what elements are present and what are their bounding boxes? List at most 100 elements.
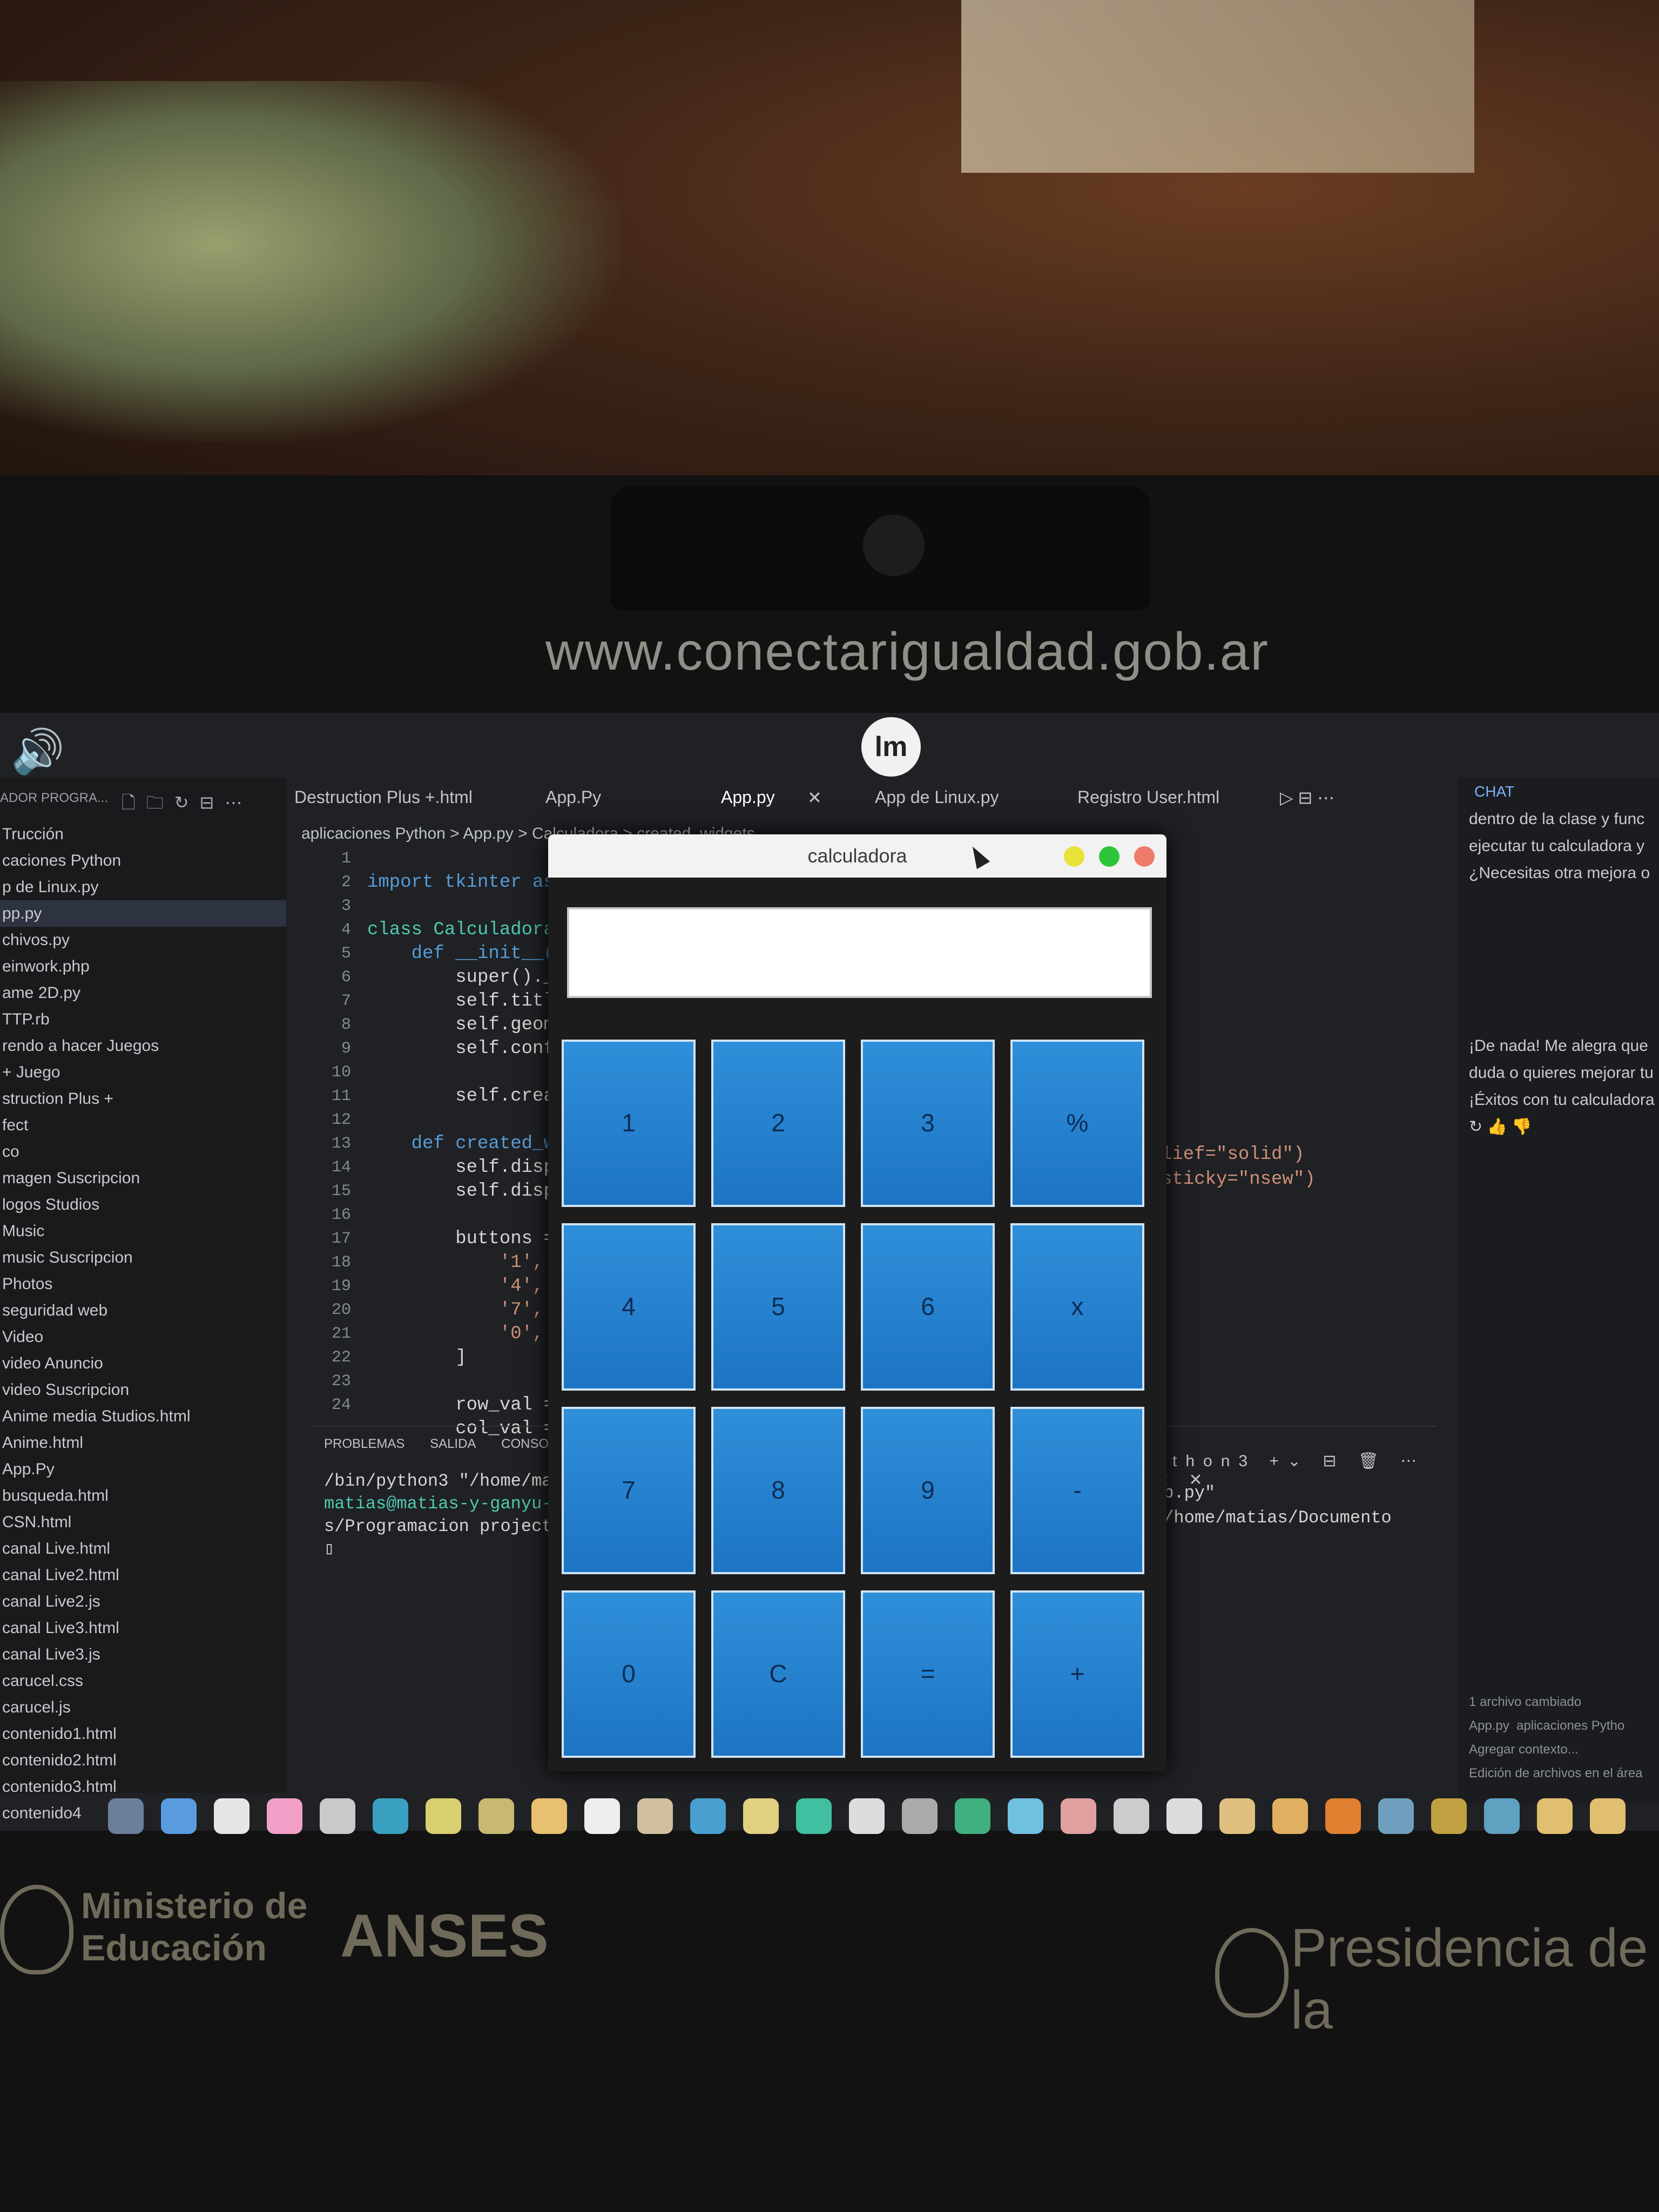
dock-app-icon[interactable] [478, 1798, 514, 1834]
sidebar-file-item[interactable]: canal Live3.js [0, 1641, 286, 1668]
sidebar-file-item[interactable]: busqueda.html [0, 1482, 286, 1509]
calc-key[interactable]: 0 [562, 1590, 696, 1758]
sidebar-file-item[interactable]: ame 2D.py [0, 980, 286, 1006]
minimize-button[interactable] [1064, 846, 1084, 867]
calc-key[interactable]: = [861, 1590, 995, 1758]
sidebar-file-item[interactable]: pp.py [0, 900, 286, 927]
sidebar-file-item[interactable]: rendo a hacer Juegos [0, 1033, 286, 1059]
dock-app-icon[interactable] [955, 1798, 990, 1834]
sidebar-file-item[interactable]: Music [0, 1218, 286, 1244]
calc-key[interactable]: 5 [711, 1223, 845, 1391]
sidebar-file-item[interactable]: video Anuncio [0, 1350, 286, 1377]
volume-icon[interactable]: 🔊 [11, 726, 65, 777]
sidebar-file-item[interactable]: Anime.html [0, 1429, 286, 1456]
dock-app-icon[interactable] [637, 1798, 673, 1834]
sidebar-file-item[interactable]: einwork.php [0, 953, 286, 980]
dock-app-icon[interactable] [1325, 1798, 1361, 1834]
calc-key[interactable]: 2 [711, 1040, 845, 1207]
chat-footer[interactable]: 1 archivo cambiado App.py aplicaciones P… [1469, 1690, 1643, 1785]
dock-app-icon[interactable] [1484, 1798, 1520, 1834]
sidebar-file-item[interactable]: TTP.rb [0, 1006, 286, 1033]
sidebar-file-item[interactable]: Video [0, 1324, 286, 1350]
panel-tab-salida[interactable]: SALIDA [430, 1437, 476, 1451]
dock-app-icon[interactable] [108, 1798, 144, 1834]
sidebar-file-item[interactable]: fect [0, 1112, 286, 1138]
dock-app-icon[interactable] [214, 1798, 249, 1834]
tab-app-de-linux[interactable]: App de Linux.py [875, 787, 999, 807]
calculator-display[interactable] [567, 907, 1152, 998]
dock-app-icon[interactable] [1008, 1798, 1043, 1834]
sidebar-file-item[interactable]: seguridad web [0, 1297, 286, 1324]
dock-app-icon[interactable] [1590, 1798, 1626, 1834]
tab-close-icon[interactable]: ✕ [807, 787, 822, 808]
tab-app-py-upper[interactable]: App.Py [545, 787, 601, 807]
chat-header[interactable]: CHAT [1458, 778, 1659, 806]
tab-registro-user[interactable]: Registro User.html [1077, 787, 1219, 807]
dock-app-icon[interactable] [1431, 1798, 1467, 1834]
dock-app-icon[interactable] [743, 1798, 779, 1834]
dock-app-icon[interactable] [796, 1798, 832, 1834]
sidebar-file-item[interactable]: co [0, 1138, 286, 1165]
dock-app-icon[interactable] [267, 1798, 302, 1834]
sidebar-file-item[interactable]: logos Studios [0, 1191, 286, 1218]
terminal-profile-label[interactable]: ython3 [1156, 1452, 1256, 1470]
calc-key[interactable]: 4 [562, 1223, 696, 1391]
sidebar-file-item[interactable]: music Suscripcion [0, 1244, 286, 1271]
tab-app-py-active[interactable]: App.py [721, 787, 775, 807]
sidebar-file-item[interactable]: Trucción [0, 821, 286, 847]
dock-app-icon[interactable] [531, 1798, 567, 1834]
calc-key[interactable]: 6 [861, 1223, 995, 1391]
sidebar-file-item[interactable]: CSN.html [0, 1509, 286, 1535]
terminal-output[interactable]: /bin/python3 "/home/mat matias@matias-y-… [324, 1470, 563, 1561]
sidebar-file-item[interactable]: Anime media Studios.html [0, 1403, 286, 1429]
sidebar-file-item[interactable]: caciones Python [0, 847, 286, 874]
calc-key[interactable]: - [1010, 1407, 1144, 1574]
calc-key[interactable]: C [711, 1590, 845, 1758]
dock-app-icon[interactable] [1166, 1798, 1202, 1834]
dock-app-icon[interactable] [1219, 1798, 1255, 1834]
sidebar-file-item[interactable]: contenido3.html [0, 1773, 286, 1800]
dock-app-icon[interactable] [320, 1798, 355, 1834]
dock-app-icon[interactable] [1537, 1798, 1573, 1834]
sidebar-file-item[interactable]: App.Py [0, 1456, 286, 1482]
calc-key[interactable]: 8 [711, 1407, 845, 1574]
sidebar-file-item[interactable]: Photos [0, 1271, 286, 1297]
calc-key[interactable]: + [1010, 1590, 1144, 1758]
maximize-button[interactable] [1099, 846, 1120, 867]
calc-key[interactable]: x [1010, 1223, 1144, 1391]
sidebar-file-item[interactable]: canal Live2.html [0, 1562, 286, 1588]
chat-feedback-icons[interactable]: ↻ 👍 👎 [1458, 1114, 1659, 1141]
panel-tab-problemas[interactable]: PROBLEMAS [324, 1437, 404, 1451]
sidebar-file-item[interactable]: + Juego [0, 1059, 286, 1085]
sidebar-file-item[interactable]: canal Live2.js [0, 1588, 286, 1615]
calc-key[interactable]: 1 [562, 1040, 696, 1207]
dock-app-icon[interactable] [1272, 1798, 1308, 1834]
dock-app-icon[interactable] [1114, 1798, 1149, 1834]
calc-key[interactable]: 9 [861, 1407, 995, 1574]
sidebar-file-item[interactable]: magen Suscripcion [0, 1165, 286, 1191]
sidebar-file-item[interactable]: carucel.css [0, 1668, 286, 1694]
sidebar-file-item[interactable]: p de Linux.py [0, 874, 286, 900]
dock-app-icon[interactable] [690, 1798, 726, 1834]
sidebar-file-item[interactable]: contenido2.html [0, 1747, 286, 1773]
sidebar-file-item[interactable]: chivos.py [0, 927, 286, 953]
sidebar-file-item[interactable]: carucel.js [0, 1694, 286, 1721]
sidebar-file-item[interactable]: struction Plus + [0, 1085, 286, 1112]
linux-mint-logo-icon[interactable]: lm [861, 717, 921, 777]
dock-app-icon[interactable] [426, 1798, 461, 1834]
sidebar-file-item[interactable]: video Suscripcion [0, 1377, 286, 1403]
calc-key[interactable]: 7 [562, 1407, 696, 1574]
tab-destruction-plus[interactable]: Destruction Plus +.html [294, 787, 473, 807]
dock-app-icon[interactable] [584, 1798, 620, 1834]
dock-app-icon[interactable] [373, 1798, 408, 1834]
sidebar-file-item[interactable]: canal Live3.html [0, 1615, 286, 1641]
dock-app-icon[interactable] [161, 1798, 197, 1834]
sidebar-file-item[interactable]: contenido1.html [0, 1721, 286, 1747]
dock-app-icon[interactable] [1061, 1798, 1096, 1834]
calc-key[interactable]: % [1010, 1040, 1144, 1207]
explorer-toolbar[interactable]: 🗋🗀↻⊟⋯ [122, 791, 253, 820]
dock-app-icon[interactable] [902, 1798, 938, 1834]
sidebar-file-item[interactable]: canal Live.html [0, 1535, 286, 1562]
calc-key[interactable]: 3 [861, 1040, 995, 1207]
dock-app-icon[interactable] [1378, 1798, 1414, 1834]
